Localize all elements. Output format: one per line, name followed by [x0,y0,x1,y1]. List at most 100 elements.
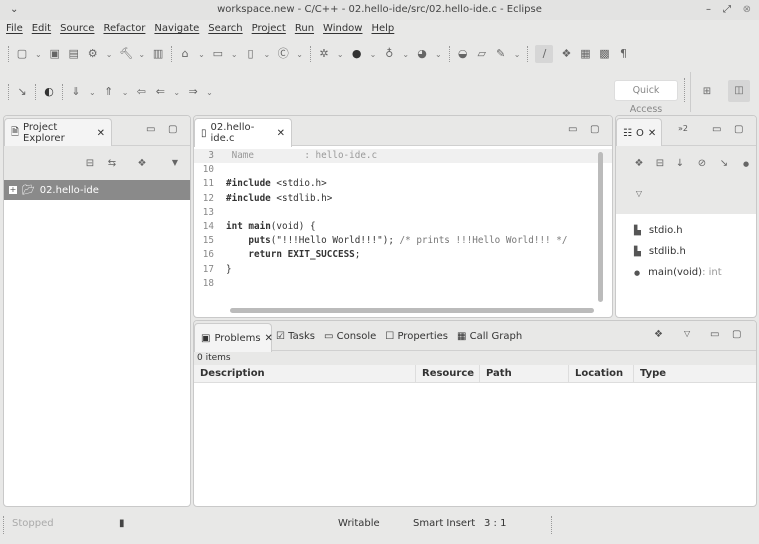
column-resource[interactable]: Resource [416,365,480,382]
progress-icon[interactable]: ▮ [119,510,125,538]
new-cproject-dropdown[interactable]: ⌄ [198,50,205,59]
close-icon[interactable]: ✕ [97,128,105,139]
window-menu-icon[interactable]: ⌄ [10,0,18,20]
menu-run[interactable]: Run [295,20,314,38]
mark-occurrences-icon[interactable]: ∕ [535,45,554,63]
tab-console[interactable]: ▭ Console [324,331,376,342]
new-icon[interactable]: ▢ [16,48,28,60]
new-class-icon[interactable]: Ⓒ [277,48,289,60]
tab-editor-file[interactable]: ▯ 02.hello-ide.c ✕ [194,118,292,147]
build-dropdown[interactable]: ⌄ [138,50,145,59]
menu-refactor[interactable]: Refactor [103,20,145,38]
maximize-button[interactable]: ⤢ [723,0,731,20]
code-line[interactable]: 12 #include <stdlib.h> [194,192,612,206]
profile-icon[interactable]: ♁ [383,48,395,60]
open-folder-icon[interactable]: ▱ [476,48,488,60]
code-line[interactable]: 18 [194,277,612,291]
cpp-perspective-icon[interactable]: ◫ [728,80,750,102]
outline-item[interactable]: ▙ stdlib.h [616,241,756,262]
menu-search[interactable]: Search [208,20,242,38]
code-line[interactable]: 14 int main(void) { [194,220,612,234]
outline-item[interactable]: ● main(void) : int [616,262,756,283]
last-edit-icon[interactable]: ⇦ [135,86,147,98]
maximize-icon[interactable]: ▢ [168,124,177,135]
new-folder-icon[interactable]: ▭ [212,48,224,60]
view-menu-icon[interactable]: ▽ [684,329,690,338]
filter-icon[interactable]: ❖ [136,158,148,170]
code-line[interactable]: 17} [194,263,612,277]
view-menu-icon[interactable]: ▽ [633,188,645,200]
column-type[interactable]: Type [634,365,756,382]
horizontal-scrollbar[interactable] [230,308,594,313]
view-menu-icon[interactable]: ▼ [169,157,181,169]
minimize-button[interactable]: – [706,0,711,20]
hide-fields-icon[interactable]: ⊘ [696,158,708,170]
next-annotation-dropdown[interactable]: ⌄ [122,88,129,97]
vertical-scrollbar[interactable] [598,152,603,302]
prev-annotation-icon[interactable]: ⇓ [70,86,82,98]
maximize-icon[interactable]: ▢ [734,124,743,135]
menu-project[interactable]: Project [252,20,286,38]
menu-help[interactable]: Help [371,20,394,38]
new-dropdown[interactable]: ⌄ [35,50,42,59]
tab-problems[interactable]: ▣ Problems ✕ [194,323,273,352]
tab-call-graph[interactable]: ▦ Call Graph [457,331,522,342]
outline-item[interactable]: ▙ stdio.h [616,220,756,241]
toggle-icon-3[interactable]: ▩ [598,48,610,60]
collapse-all-icon[interactable]: ⊟ [654,158,666,170]
filter-icon[interactable]: ❖ [633,158,645,170]
run-dropdown[interactable]: ⌄ [370,50,377,59]
code-line[interactable]: 10 [194,163,612,177]
debug-dropdown[interactable]: ⌄ [337,50,344,59]
menu-navigate[interactable]: Navigate [154,20,199,38]
minimize-icon[interactable]: ▭ [712,124,721,135]
build-hammer-icon[interactable]: 🔨︎ [119,48,133,60]
filter-icon[interactable]: ❖ [654,329,663,340]
menu-source[interactable]: Source [60,20,94,38]
skip-breakpoints-icon[interactable]: ↘ [16,86,28,98]
forward-icon[interactable]: ⇒ [187,86,199,98]
new-cproject-icon[interactable]: ⌂ [179,48,191,60]
run-icon[interactable]: ● [351,48,363,60]
link-editor-icon[interactable]: ⇆ [106,158,118,170]
code-editor[interactable]: 3 Name : hello-ide.c 10 11 #include <stdio.… [194,146,612,291]
new-file-icon[interactable]: ▯ [245,48,257,60]
maximize-icon[interactable]: ▢ [590,124,599,135]
quick-access-input[interactable]: Quick Access [614,80,678,115]
code-line[interactable]: 3 Name : hello-ide.c [194,149,612,164]
search-dropdown[interactable]: ⌄ [514,50,521,59]
maximize-icon[interactable]: ▢ [732,329,741,340]
prev-annotation-dropdown[interactable]: ⌄ [89,88,96,97]
save-icon[interactable]: ▣ [49,48,61,60]
toggle-icon-1[interactable]: ❖ [560,48,572,60]
profile-dropdown[interactable]: ⌄ [402,50,409,59]
show-whitespace-icon[interactable]: ¶ [617,48,629,60]
tree-item-project[interactable]: + 📂︎ 02.hello-ide [4,180,190,200]
forward-dropdown[interactable]: ⌄ [206,88,213,97]
toggle-icon-2[interactable]: ▦ [579,48,591,60]
update-icon[interactable]: ◐ [43,86,55,98]
debug-icon[interactable]: ✲ [318,48,330,60]
column-description[interactable]: Description [194,365,416,382]
more-views-tab[interactable]: »2 [678,124,688,133]
build-config-dropdown[interactable]: ⌄ [106,50,113,59]
tab-outline[interactable]: ☷ O ✕ [616,118,662,147]
minimize-icon[interactable]: ▭ [710,329,719,340]
back-icon[interactable]: ⇐ [154,86,166,98]
menu-edit[interactable]: Edit [32,20,51,38]
menu-window[interactable]: Window [323,20,362,38]
external-tools-dropdown[interactable]: ⌄ [435,50,442,59]
close-icon[interactable]: ✕ [648,128,656,139]
save-all-icon[interactable]: ▤ [68,48,80,60]
menu-file[interactable]: File [6,20,23,38]
back-dropdown[interactable]: ⌄ [173,88,180,97]
hide-nonpublic-icon[interactable]: ● [740,158,752,170]
build-config-icon[interactable]: ⚙ [87,48,99,60]
build-all-icon[interactable]: ▥ [152,48,164,60]
new-class-dropdown[interactable]: ⌄ [296,50,303,59]
tab-tasks[interactable]: ☑ Tasks [276,331,315,342]
code-line[interactable]: 13 [194,206,612,220]
minimize-icon[interactable]: ▭ [568,124,577,135]
column-location[interactable]: Location [569,365,634,382]
minimize-icon[interactable]: ▭ [146,124,155,135]
